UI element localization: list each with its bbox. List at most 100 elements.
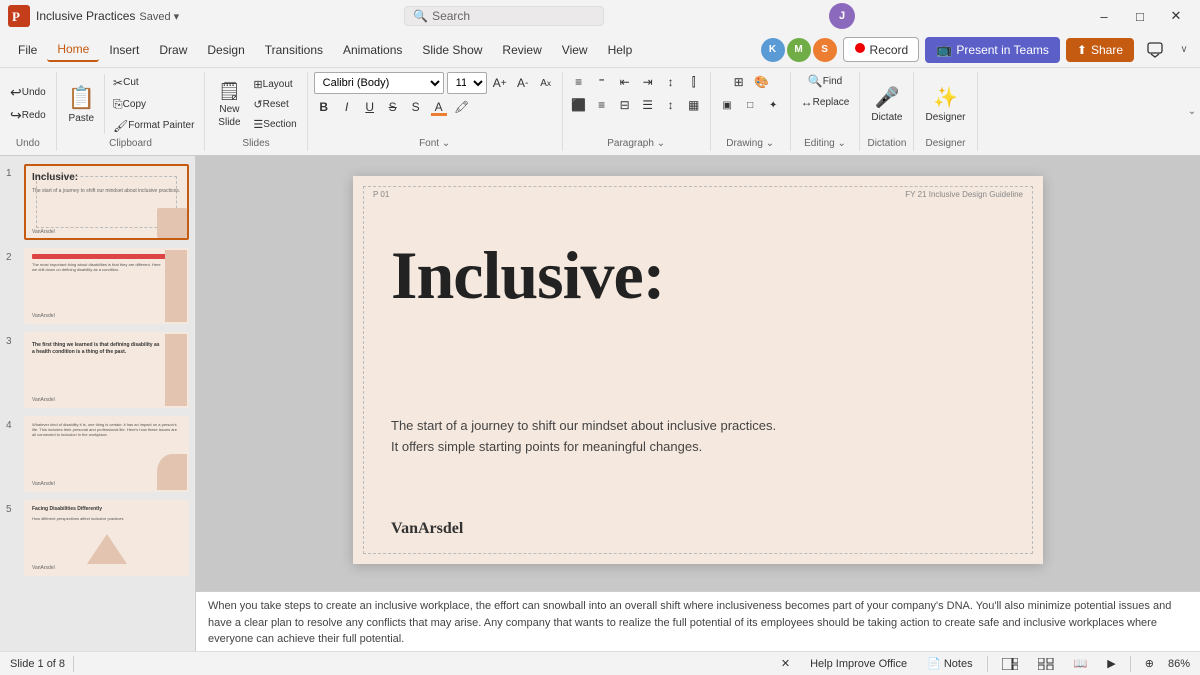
slide-panel-main: 1 Inclusive: The start of a journey to s… — [0, 156, 1200, 651]
close-notes-button[interactable]: ✕ — [775, 656, 796, 671]
notes-area[interactable]: When you take steps to create an inclusi… — [196, 591, 1200, 651]
layout-icon: ⊞ — [253, 78, 262, 91]
status-bar: Slide 1 of 8 ✕ Help Improve Office 📄 Not… — [0, 651, 1200, 675]
tab-insert[interactable]: Insert — [99, 39, 149, 61]
slide-thumb-2[interactable]: 2 The most important thing about disabil… — [6, 248, 189, 324]
cut-button[interactable]: ✂ Cut — [109, 74, 198, 92]
text-direction-button[interactable]: ↕ — [661, 72, 681, 92]
tab-slideshow[interactable]: Slide Show — [412, 39, 492, 61]
reading-view-button[interactable]: 📖 — [1068, 656, 1094, 671]
slide-thumb-3[interactable]: 3 The first thing we learned is that def… — [6, 332, 189, 408]
justify-button[interactable]: ☰ — [638, 95, 658, 115]
tab-home[interactable]: Home — [47, 38, 99, 62]
slide-thumb-5[interactable]: 5 Facing Disabilities Differently How di… — [6, 500, 189, 576]
saved-indicator: Saved ▾ — [139, 10, 179, 23]
shape-effects-button[interactable]: ✦ — [763, 95, 783, 115]
italic-button[interactable]: I — [337, 97, 357, 117]
new-slide-button[interactable]: 🗒 New Slide — [211, 78, 247, 131]
arrange-button[interactable]: ⊞ — [729, 72, 749, 92]
present-in-teams-button[interactable]: 📺 Present in Teams — [925, 37, 1060, 63]
reset-button[interactable]: ↺ Reset — [249, 96, 300, 113]
increase-indent-button[interactable]: ⇥ — [638, 72, 658, 92]
slide-main-title[interactable]: Inclusive: — [391, 236, 664, 315]
undo-button[interactable]: ↩ Undo — [6, 82, 50, 103]
clipboard-separator — [104, 74, 105, 134]
redo-button[interactable]: ↪ Redo — [6, 105, 50, 126]
maximize-button[interactable]: □ — [1124, 0, 1156, 32]
user-avatar[interactable]: J — [829, 3, 855, 29]
font-size-select[interactable]: 11 — [447, 72, 487, 94]
shape-outline-button[interactable]: □ — [740, 95, 760, 115]
font-family-select[interactable]: Calibri (Body) — [314, 72, 444, 94]
paste-button[interactable]: 📋 Paste — [63, 82, 100, 127]
slideshow-button[interactable]: ▶ — [1101, 656, 1121, 671]
normal-view-button[interactable] — [996, 657, 1024, 671]
tab-review[interactable]: Review — [492, 39, 551, 61]
tab-file[interactable]: File — [8, 39, 47, 61]
minimize-button[interactable]: – — [1088, 0, 1120, 32]
share-label: Share — [1091, 43, 1123, 57]
ribbon-actions: K M S Record 📺 Present in Teams ⬆ Share … — [761, 37, 1192, 63]
tab-view[interactable]: View — [552, 39, 598, 61]
ribbon-expand-right[interactable]: ⌄ — [1184, 72, 1200, 151]
underline-button[interactable]: U — [360, 97, 380, 117]
bullet-list-button[interactable]: ≡ — [569, 72, 589, 92]
decrease-font-button[interactable]: A- — [513, 73, 533, 93]
slide-thumb-4[interactable]: 4 Whatever kind of disability it is, one… — [6, 416, 189, 492]
layout-button[interactable]: ⊞ Layout — [249, 76, 300, 93]
avatar-3: S — [813, 38, 837, 62]
shape-fill-button[interactable]: ▣ — [717, 95, 737, 115]
zoom-fit-button[interactable]: ⊕ — [1139, 656, 1160, 671]
ribbon-expand-button[interactable]: ∨ — [1176, 37, 1192, 63]
replace-button[interactable]: ↔ Replace — [797, 93, 854, 111]
notes-button[interactable]: 📄 Notes — [921, 656, 978, 671]
dictate-icon: 🎤 — [874, 85, 899, 110]
canvas-wrapper: P 01 FY 21 Inclusive Design Guideline In… — [196, 156, 1200, 651]
decrease-indent-button[interactable]: ⇤ — [615, 72, 635, 92]
title-bar-title: Inclusive Practices Saved ▾ — [36, 9, 179, 23]
align-left-button[interactable]: ⬛ — [569, 95, 589, 115]
clear-format-button[interactable]: Ax — [536, 73, 556, 93]
dictate-button[interactable]: 🎤 Dictate — [866, 82, 907, 126]
columns-button[interactable]: ⫿ — [684, 72, 704, 92]
status-divider-2 — [987, 656, 988, 672]
tab-draw[interactable]: Draw — [149, 39, 197, 61]
bold-button[interactable]: B — [314, 97, 334, 117]
avatar-1: K — [761, 38, 785, 62]
comments-button[interactable] — [1140, 37, 1170, 63]
copy-button[interactable]: ⎘ Copy — [109, 95, 198, 114]
section-button[interactable]: ☰ Section — [249, 116, 300, 133]
record-label: Record — [870, 43, 909, 57]
find-button[interactable]: 🔍 Find — [804, 72, 846, 90]
format-painter-icon: 🖌 — [113, 119, 128, 133]
format-painter-button[interactable]: 🖌 Format Painter — [109, 117, 198, 135]
slide-thumbnail-panel: 1 Inclusive: The start of a journey to s… — [0, 156, 196, 651]
numbered-list-button[interactable]: ⁼ — [592, 72, 612, 92]
help-improve-button[interactable]: Help Improve Office — [804, 657, 913, 671]
strikethrough-button[interactable]: S — [383, 97, 403, 117]
line-spacing-button[interactable]: ↕ — [661, 95, 681, 115]
slide-thumb-1[interactable]: 1 Inclusive: The start of a journey to s… — [6, 164, 189, 240]
close-button[interactable]: ✕ — [1160, 0, 1192, 32]
highlight-button[interactable]: 🖍 — [452, 97, 472, 117]
redo-icon: ↪ — [10, 107, 22, 124]
status-divider-1 — [73, 656, 74, 672]
tab-animations[interactable]: Animations — [333, 39, 412, 61]
designer-button[interactable]: ✨ Designer — [920, 82, 970, 126]
increase-font-button[interactable]: A+ — [490, 73, 510, 93]
tab-design[interactable]: Design — [197, 39, 254, 61]
align-right-button[interactable]: ⊟ — [615, 95, 635, 115]
record-button[interactable]: Record — [843, 37, 920, 62]
slide-sorter-button[interactable] — [1032, 657, 1060, 671]
search-bar[interactable]: 🔍 Search — [404, 6, 604, 26]
font-color-button[interactable]: A — [429, 97, 449, 117]
tab-help[interactable]: Help — [598, 39, 643, 61]
designer-icon: ✨ — [933, 85, 958, 110]
share-button[interactable]: ⬆ Share — [1066, 38, 1134, 62]
add-remove-columns-button[interactable]: ▦ — [684, 95, 704, 115]
shadow-button[interactable]: S — [406, 97, 426, 117]
align-center-button[interactable]: ≡ — [592, 95, 612, 115]
slide-canvas[interactable]: P 01 FY 21 Inclusive Design Guideline In… — [353, 176, 1043, 564]
quick-styles-button[interactable]: 🎨 — [752, 72, 772, 92]
tab-transitions[interactable]: Transitions — [255, 39, 333, 61]
